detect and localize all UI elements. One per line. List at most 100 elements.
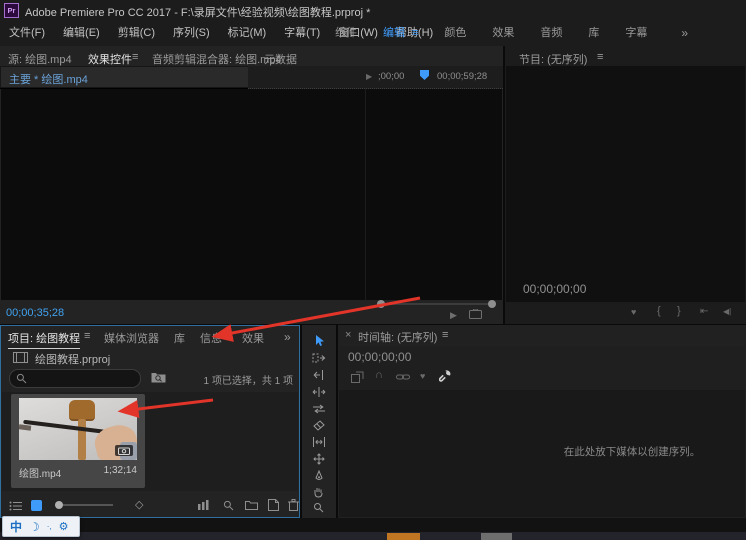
go-to-in-icon[interactable]: ⇤	[700, 306, 708, 317]
ime-punctuation-icon[interactable]: ·,	[47, 522, 52, 531]
mark-out-icon[interactable]: }	[677, 305, 681, 317]
menu-clip[interactable]: 剪辑(C)	[109, 20, 164, 46]
play-toggle-icon[interactable]: ▶	[366, 72, 372, 81]
effect-controls-content	[1, 89, 502, 300]
effects-split-divider[interactable]	[365, 89, 366, 300]
workspace-tab-titles[interactable]: 字幕	[625, 20, 647, 46]
track-select-forward-tool[interactable]	[312, 353, 326, 363]
search-box[interactable]	[9, 369, 141, 388]
close-panel-icon[interactable]: ×	[345, 329, 351, 341]
thumbnail-zoom-handle[interactable]	[55, 501, 63, 509]
zoom-tool[interactable]	[313, 502, 324, 513]
workspace-tab-libraries[interactable]: 库	[588, 20, 599, 46]
icon-view-icon[interactable]	[31, 500, 42, 511]
export-frame-icon[interactable]	[469, 309, 482, 319]
thumbnail-zoom-track[interactable]	[63, 504, 113, 506]
tab-program-monitor[interactable]: 节目: (无序列)	[519, 51, 587, 67]
paintbrush-tip	[19, 424, 31, 430]
tab-libraries[interactable]: 库	[174, 330, 185, 346]
ime-mode-button[interactable]: 中	[10, 518, 22, 535]
find-icon[interactable]	[223, 500, 234, 511]
slide-tool[interactable]	[313, 453, 325, 465]
panel-menu-icon[interactable]: ≡	[597, 51, 603, 63]
clip-tile[interactable]: 绘图.mp4 1;32;14	[11, 394, 145, 488]
effect-controls-header: 主要 * 绘图.mp4 ▶ ;00;00 00;00;59;28	[0, 66, 503, 89]
panel-menu-icon[interactable]: ≡	[442, 329, 448, 341]
panel-menu-icon[interactable]: ≡	[132, 51, 138, 63]
tab-timeline[interactable]: 时间轴: (无序列)	[358, 329, 437, 345]
step-back-icon[interactable]: ◀|	[723, 307, 731, 316]
clip-name[interactable]: 绘图.mp4	[19, 465, 61, 480]
project-file-name[interactable]: 绘图教程.prproj	[35, 351, 110, 367]
timeline-drop-area[interactable]: 在此处放下媒体以创建序列。	[339, 390, 745, 517]
camera-badge-icon	[115, 445, 133, 456]
clip-title-box[interactable]: 主要 * 绘图.mp4	[1, 67, 248, 87]
workspace-tab-color[interactable]: 颜色	[444, 20, 466, 46]
menu-bar: 文件(F)编辑(E)剪辑(C)序列(S)标记(M)字幕(T)窗口(W)帮助(H)…	[0, 20, 746, 46]
delete-icon[interactable]	[288, 499, 299, 511]
window-bottom-strip	[0, 518, 746, 532]
add-marker-icon[interactable]: ♥	[420, 371, 425, 381]
mark-in-icon[interactable]: {	[657, 305, 661, 317]
timeline-header: 00;00;00;00 ∩ ♥	[339, 346, 745, 390]
hand-tool[interactable]	[313, 486, 324, 498]
razor-tool[interactable]	[313, 420, 325, 431]
workspace-overflow-icon[interactable]: »	[681, 20, 688, 46]
thumbnail-size-icon[interactable]: ◇	[135, 498, 143, 511]
tab-source-monitor[interactable]: 源: 绘图.mp4	[8, 51, 72, 67]
ime-fullwidth-moon-icon[interactable]: ☽	[29, 520, 40, 534]
rate-stretch-tool[interactable]	[312, 404, 326, 414]
sort-icons-icon[interactable]	[197, 500, 210, 510]
ripple-edit-tool[interactable]	[313, 370, 325, 380]
new-bin-icon[interactable]	[245, 500, 258, 510]
find-in-bin-icon[interactable]	[151, 371, 166, 383]
menu-edit[interactable]: 编辑(E)	[54, 20, 109, 46]
workspace-tab-editing[interactable]: 编辑 ≡	[383, 20, 418, 46]
menu-sequence[interactable]: 序列(S)	[164, 20, 219, 46]
project-tabs-overflow-icon[interactable]: »	[284, 330, 291, 344]
effect-controls-panel: 源: 绘图.mp4 效果控件 ≡ 音频剪辑混合器: 绘图.mp4 元数据 主要 …	[0, 46, 503, 324]
zoom-handle-left[interactable]	[377, 300, 385, 308]
slip-tool[interactable]	[312, 437, 326, 447]
taskbar-app[interactable]	[481, 533, 512, 540]
new-item-icon[interactable]	[268, 499, 279, 511]
timeline-settings-icon[interactable]	[439, 369, 452, 382]
bin-content-area[interactable]: 绘图.mp4 1;32;14	[2, 392, 298, 491]
linked-selection-icon[interactable]	[396, 373, 410, 381]
mallet-handle	[78, 419, 86, 460]
search-input[interactable]	[30, 371, 138, 386]
ime-settings-gear-icon[interactable]: ⚙	[59, 520, 69, 533]
add-marker-icon[interactable]: ♥	[631, 307, 636, 317]
tab-audio-clip-mixer[interactable]: 音频剪辑混合器: 绘图.mp4	[152, 51, 282, 67]
effects-time-ruler[interactable]: ▶ ;00;00 00;00;59;28	[248, 66, 503, 89]
taskbar-active-app[interactable]	[387, 533, 420, 540]
selection-tool[interactable]	[313, 334, 325, 347]
workspace-tab-assembly[interactable]: 组件	[335, 20, 357, 46]
tab-project[interactable]: 项目: 绘图教程	[8, 330, 80, 349]
workspace-tab-effects[interactable]: 效果	[492, 20, 514, 46]
tab-info[interactable]: 信息	[200, 330, 222, 346]
tab-metadata[interactable]: 元数据	[264, 51, 297, 67]
zoom-scrollbar-track[interactable]	[383, 303, 491, 305]
panel-menu-icon[interactable]: ≡	[412, 27, 418, 39]
workspace-tab-audio[interactable]: 音频	[540, 20, 562, 46]
ruler-start-label: ;00;00	[378, 71, 404, 82]
rolling-edit-tool[interactable]	[312, 387, 326, 397]
tab-media-browser[interactable]: 媒体浏览器	[104, 330, 159, 346]
clip-thumbnail[interactable]	[19, 398, 137, 460]
timeline-timecode[interactable]: 00;00;00;00	[348, 350, 411, 364]
snap-icon[interactable]: ∩	[375, 369, 383, 381]
playhead-marker[interactable]	[420, 70, 429, 80]
panel-menu-icon[interactable]: ≡	[84, 330, 90, 342]
play-edit-icon[interactable]: ▶	[450, 310, 457, 321]
list-view-icon[interactable]	[9, 501, 22, 511]
menu-marker[interactable]: 标记(M)	[219, 20, 276, 46]
source-current-timecode[interactable]: 00;00;35;28	[6, 307, 64, 319]
menu-title[interactable]: 字幕(T)	[275, 20, 329, 46]
zoom-handle-right[interactable]	[488, 300, 496, 308]
program-timecode[interactable]: 00;00;00;00	[523, 282, 586, 296]
tab-effects[interactable]: 效果	[242, 330, 264, 346]
insert-overwrite-icon[interactable]	[351, 371, 364, 383]
pen-tool[interactable]	[314, 470, 324, 482]
menu-file[interactable]: 文件(F)	[0, 20, 54, 46]
